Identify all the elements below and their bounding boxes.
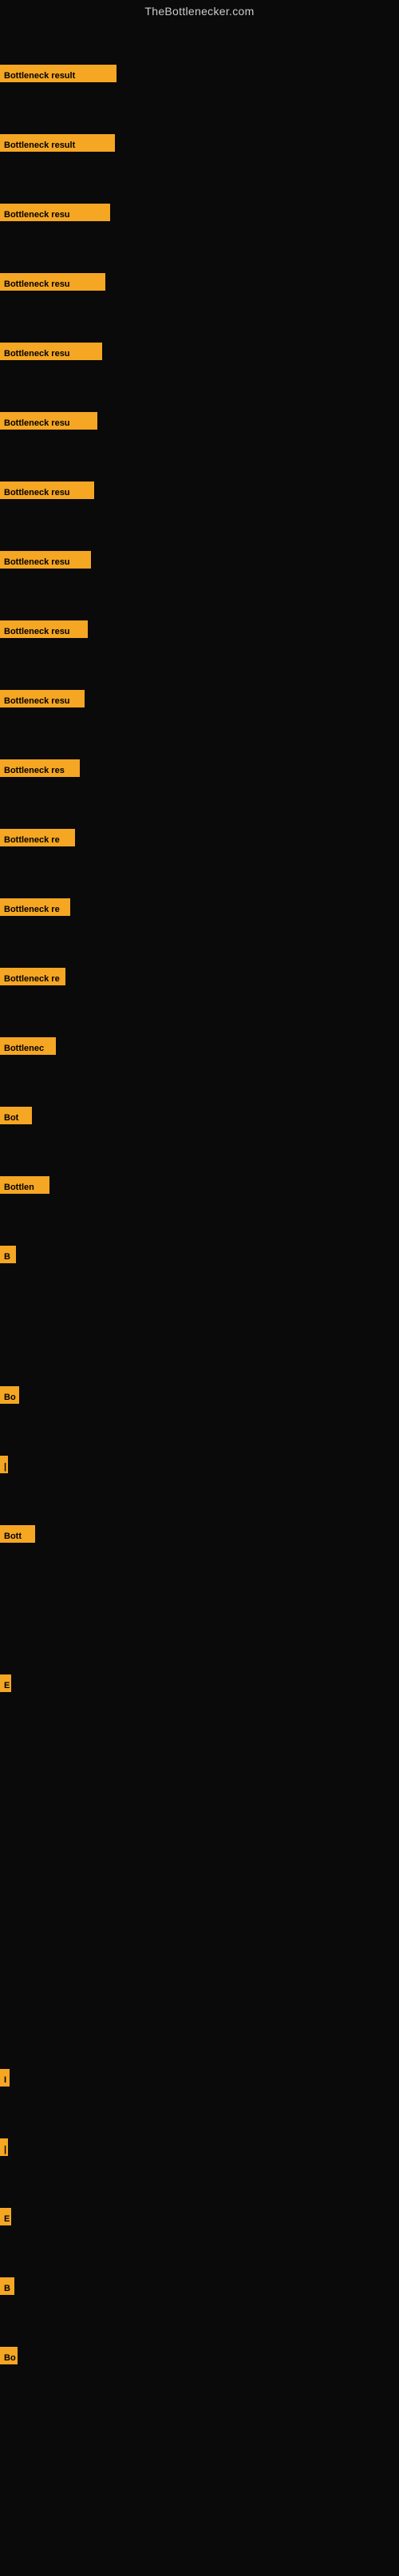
- bar-label: Bo: [0, 1386, 19, 1404]
- bar-row: E: [0, 2208, 11, 2225]
- bar-row: |: [0, 1456, 8, 1473]
- bar-row: B: [0, 1246, 16, 1263]
- bar-label: Bottleneck result: [0, 134, 115, 152]
- bar-row: Bottleneck resu: [0, 412, 97, 430]
- bar-row: Bottleneck re: [0, 968, 65, 985]
- bar-label: Bottleneck resu: [0, 204, 110, 221]
- bar-label: B: [0, 1246, 16, 1263]
- bar-row: |: [0, 2138, 8, 2156]
- bar-label: Bo: [0, 2347, 18, 2364]
- bar-row: Bottleneck resu: [0, 482, 94, 499]
- bar-label: Bottleneck re: [0, 968, 65, 985]
- bar-row: Bottlenec: [0, 1037, 56, 1055]
- bar-label: I: [0, 2069, 10, 2087]
- bar-label: E: [0, 1674, 11, 1692]
- bar-label: Bottleneck res: [0, 759, 80, 777]
- bar-row: Bottleneck res: [0, 759, 80, 777]
- bar-row: Bottlen: [0, 1176, 49, 1194]
- bar-label: Bottlen: [0, 1176, 49, 1194]
- bar-label: B: [0, 2277, 14, 2295]
- bar-label: |: [0, 1456, 8, 1473]
- bar-row: Bottleneck result: [0, 65, 117, 82]
- bar-label: E: [0, 2208, 11, 2225]
- bar-row: Bottleneck re: [0, 829, 75, 846]
- bar-row: Bott: [0, 1525, 35, 1543]
- bar-label: |: [0, 2138, 8, 2156]
- bar-label: Bot: [0, 1107, 32, 1124]
- bar-row: B: [0, 2277, 14, 2295]
- bar-row: Bottleneck resu: [0, 620, 88, 638]
- bar-row: Bo: [0, 2347, 18, 2364]
- bar-row: Bottleneck re: [0, 898, 70, 916]
- bar-row: E: [0, 1674, 11, 1692]
- bar-row: Bot: [0, 1107, 32, 1124]
- bar-label: Bottleneck resu: [0, 273, 105, 291]
- bar-row: Bottleneck resu: [0, 343, 102, 360]
- bar-row: Bottleneck resu: [0, 551, 91, 569]
- bar-label: Bottleneck re: [0, 829, 75, 846]
- bar-label: Bott: [0, 1525, 35, 1543]
- bar-row: Bottleneck resu: [0, 204, 110, 221]
- bar-label: Bottleneck resu: [0, 690, 85, 707]
- bar-row: Bottleneck resu: [0, 273, 105, 291]
- bar-label: Bottleneck resu: [0, 343, 102, 360]
- bar-row: Bo: [0, 1386, 19, 1404]
- bar-label: Bottleneck resu: [0, 551, 91, 569]
- site-title: TheBottlenecker.com: [0, 0, 399, 21]
- bar-row: Bottleneck resu: [0, 690, 85, 707]
- bar-label: Bottleneck resu: [0, 482, 94, 499]
- bar-label: Bottlenec: [0, 1037, 56, 1055]
- bar-row: Bottleneck result: [0, 134, 115, 152]
- bar-label: Bottleneck result: [0, 65, 117, 82]
- bar-label: Bottleneck resu: [0, 412, 97, 430]
- bar-row: I: [0, 2069, 10, 2087]
- bar-label: Bottleneck re: [0, 898, 70, 916]
- bar-label: Bottleneck resu: [0, 620, 88, 638]
